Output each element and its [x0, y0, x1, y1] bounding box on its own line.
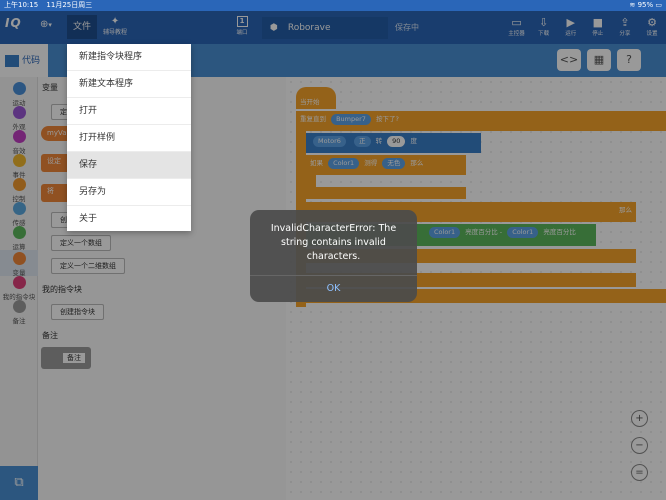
battery-icon: ▭	[655, 1, 662, 9]
wifi-icon: ≋	[629, 1, 636, 9]
status-date: 11月25日周三	[46, 1, 93, 9]
battery-text: 95%	[637, 1, 654, 9]
menu-item-open-example[interactable]: 打开样例	[67, 125, 191, 152]
menu-item-new-block-program[interactable]: 新建指令块程序	[67, 44, 191, 71]
status-bar: 上午10:15 11月25日周三 ≋ 95% ▭	[0, 0, 666, 11]
menu-item-new-text-program[interactable]: 新建文本程序	[67, 71, 191, 98]
status-time: 上午10:15	[4, 1, 39, 9]
alert-message: InvalidCharacterError: The string contai…	[270, 223, 397, 262]
menu-item-open[interactable]: 打开	[67, 98, 191, 125]
menu-item-save[interactable]: 保存	[67, 152, 191, 179]
alert-ok-button[interactable]: OK	[250, 276, 417, 302]
status-right: ≋ 95% ▭	[629, 0, 662, 11]
file-menu: 新建指令块程序 新建文本程序 打开 打开样例 保存 另存为 关于	[67, 44, 191, 231]
menu-item-about[interactable]: 关于	[67, 206, 191, 231]
menu-item-save-as[interactable]: 另存为	[67, 179, 191, 206]
error-alert: InvalidCharacterError: The string contai…	[250, 210, 417, 302]
